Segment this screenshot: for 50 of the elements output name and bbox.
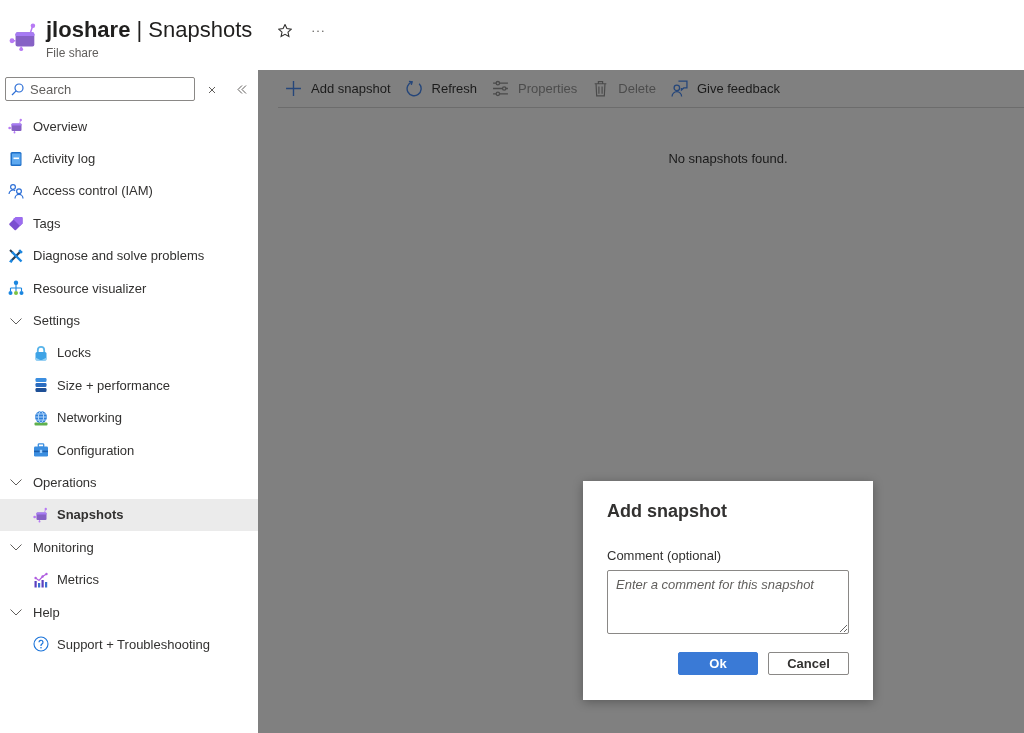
nav-group[interactable]: Operations: [0, 466, 258, 499]
hierarchy-icon: [8, 280, 24, 297]
nav-item[interactable]: Configuration: [0, 433, 258, 467]
star-icon[interactable]: [278, 24, 293, 38]
toolbar-button[interactable]: Refresh: [405, 80, 478, 97]
toolbar-button[interactable]: Give feedback: [670, 80, 780, 97]
more-icon[interactable]: [312, 30, 325, 33]
plus-icon: [285, 80, 302, 97]
nav-group[interactable]: Help: [0, 595, 258, 629]
nav-item[interactable]: Overview: [0, 110, 258, 143]
tools-icon: [8, 247, 24, 264]
nav-group[interactable]: Monitoring: [0, 531, 258, 564]
resource-type: File share: [46, 45, 100, 61]
page-title: jloshare | Snapshots: [46, 17, 253, 43]
cancel-button[interactable]: Cancel: [768, 652, 849, 675]
field-label: Comment (optional): [607, 548, 723, 564]
refresh-icon: [405, 80, 423, 97]
nav-item[interactable]: Support + Troubleshooting: [0, 628, 258, 661]
nav-item[interactable]: Snapshots: [0, 498, 258, 532]
search-field[interactable]: Search: [5, 77, 195, 101]
nav-item[interactable]: Locks: [0, 336, 258, 370]
nav-item[interactable]: Activity log: [0, 142, 258, 175]
nav-item[interactable]: Diagnose and solve problems: [0, 239, 258, 272]
toolbar-button[interactable]: Add snapshot: [285, 80, 391, 97]
nav-item[interactable]: Resource visualizer: [0, 271, 258, 305]
sliders-icon: [492, 80, 510, 97]
nav-item[interactable]: Tags: [0, 207, 258, 240]
lock-icon: [33, 344, 49, 361]
close-icon[interactable]: [208, 86, 216, 94]
search-icon: [11, 82, 24, 96]
nav-item[interactable]: Size + performance: [0, 369, 258, 402]
nav-item[interactable]: Networking: [0, 401, 258, 434]
comment-field[interactable]: Enter a comment for this snapshot: [607, 570, 849, 634]
storage-box-icon: [33, 506, 49, 523]
nav-item[interactable]: Access control (IAM): [0, 174, 258, 208]
empty-message: No snapshots found.: [667, 151, 789, 166]
help-icon: [33, 636, 49, 653]
feedback-icon: [670, 80, 688, 97]
toolbox-icon: [33, 442, 49, 459]
storage-box-icon: [8, 118, 24, 135]
people-icon: [8, 182, 24, 199]
tag-icon: [8, 215, 24, 232]
book-icon: [8, 150, 24, 167]
database-icon: [33, 377, 49, 394]
globe-icon: [33, 409, 49, 426]
nav-item[interactable]: Metrics: [0, 563, 258, 596]
dialog-title: Add snapshot: [607, 500, 728, 523]
confirm-button[interactable]: Ok: [678, 652, 758, 675]
nav-group[interactable]: Settings: [0, 304, 258, 337]
bar-chart-icon: [33, 571, 49, 588]
